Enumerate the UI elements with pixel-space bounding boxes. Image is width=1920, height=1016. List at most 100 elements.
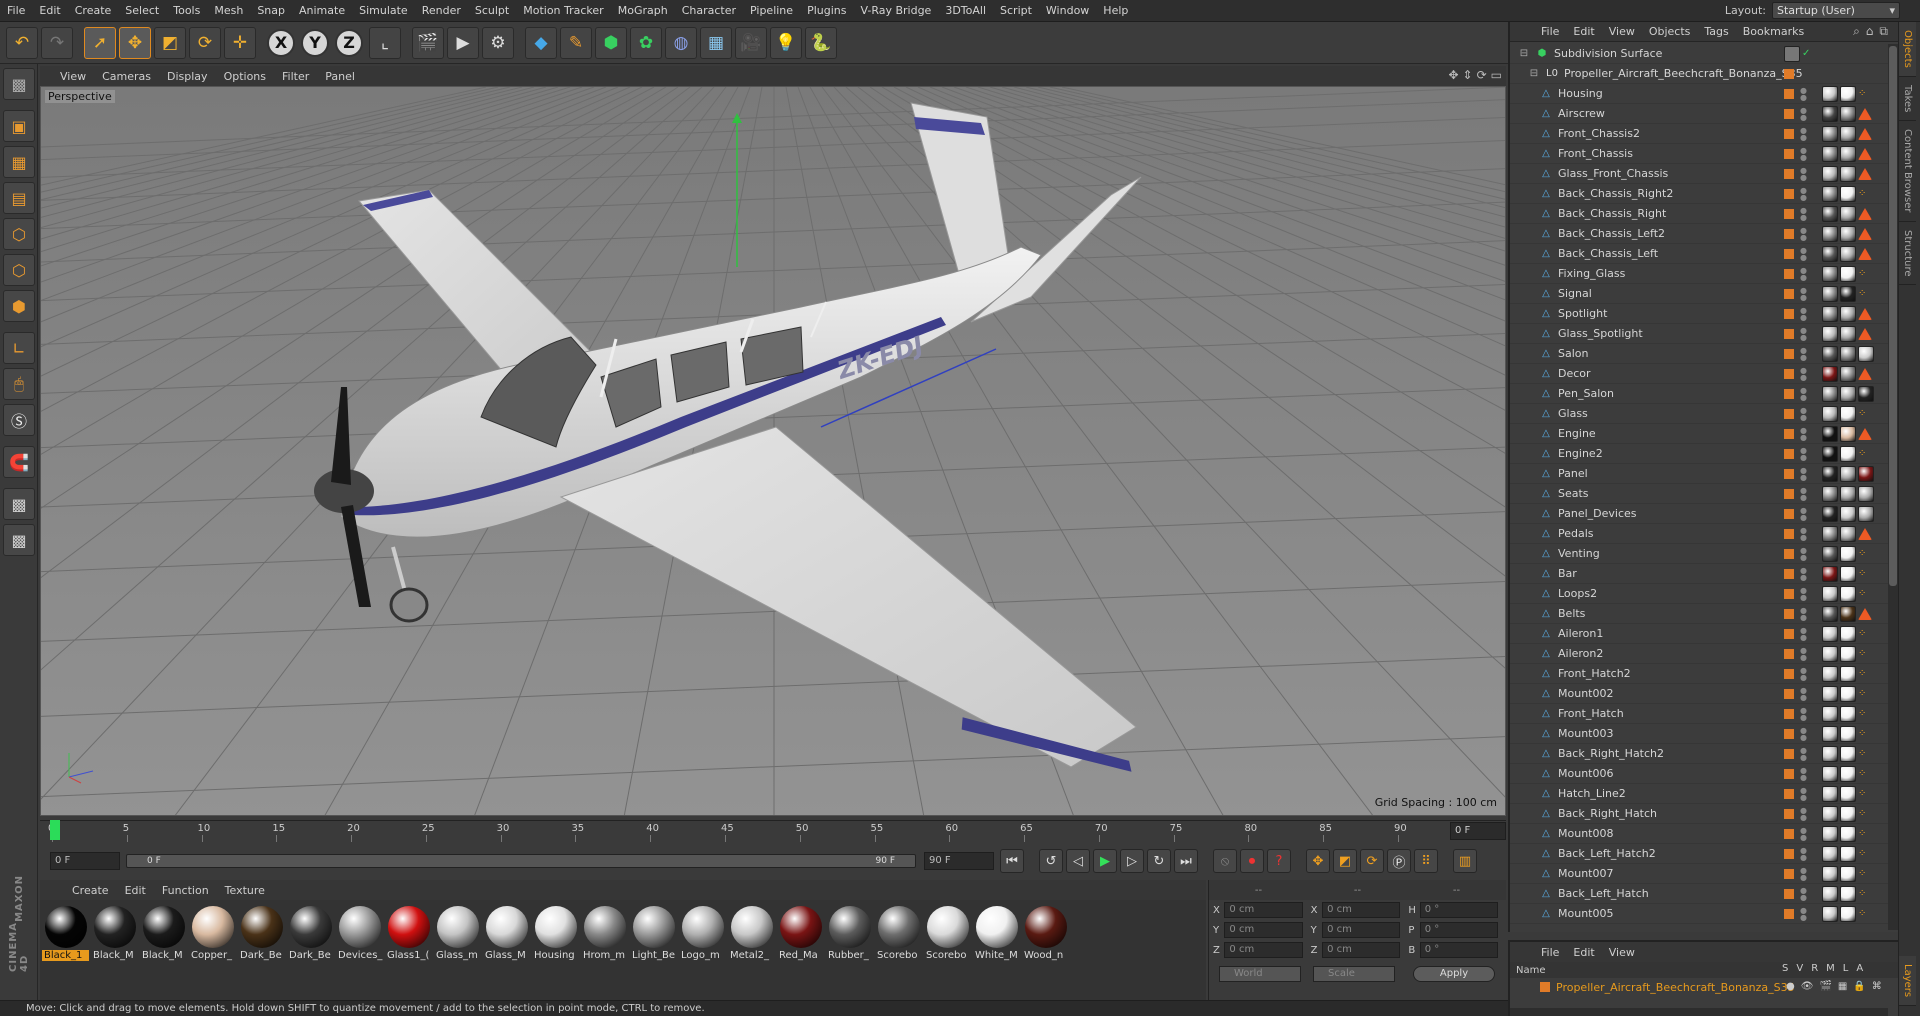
object-row[interactable]: △ Glass ● ● ⁘ — [1510, 404, 1888, 424]
material-tag-icon[interactable] — [1840, 726, 1856, 742]
material-tag-icon[interactable] — [1822, 326, 1838, 342]
material-tag-icon[interactable] — [1822, 466, 1838, 482]
material-preview[interactable] — [926, 906, 969, 948]
render-view-icon[interactable]: 🎬 — [412, 26, 444, 59]
menu-select[interactable]: Select — [118, 4, 166, 17]
scrollbar-thumb[interactable] — [1889, 46, 1897, 586]
tab-layers[interactable]: Layers — [1899, 955, 1916, 1006]
home-icon[interactable]: ⌂ — [1866, 24, 1874, 39]
material-tag-icon[interactable] — [1822, 866, 1838, 882]
material-preview[interactable] — [681, 906, 724, 948]
material-tag-icon[interactable] — [1840, 226, 1856, 242]
material-tag-icon[interactable] — [1840, 626, 1856, 642]
material-tag-icon[interactable] — [1840, 886, 1856, 902]
layer-color-swatch[interactable] — [1784, 549, 1794, 559]
visibility-dots[interactable]: ● ● — [1800, 607, 1807, 622]
tab-objects[interactable]: Objects — [1899, 22, 1916, 77]
menu-v-ray-bridge[interactable]: V-Ray Bridge — [853, 4, 938, 17]
menu-render[interactable]: Render — [415, 4, 468, 17]
layer-color-swatch[interactable] — [1784, 89, 1794, 99]
phong-tag-icon[interactable] — [1858, 168, 1872, 180]
viewport-menu-cameras[interactable]: Cameras — [94, 70, 159, 83]
timeline-end-frame[interactable]: 0 F — [1450, 822, 1506, 840]
material-swatch[interactable]: Metal2_ — [728, 904, 775, 996]
material-tag-icon[interactable] — [1840, 266, 1856, 282]
visibility-dots[interactable]: ● ● — [1800, 187, 1807, 202]
perspective-viewport[interactable]: ZK-EDJ Perspective Grid Spacing : 100 cm — [40, 86, 1506, 816]
material-menu-function[interactable]: Function — [154, 884, 217, 897]
edges-mode-icon[interactable]: ⬡ — [3, 254, 35, 286]
material-swatch[interactable]: White_M — [973, 904, 1020, 996]
material-tag-icon[interactable] — [1822, 186, 1838, 202]
material-preview[interactable] — [485, 906, 528, 948]
menu-motion-tracker[interactable]: Motion Tracker — [516, 4, 610, 17]
uvw-tag-icon[interactable]: ⁘ — [1858, 906, 1874, 922]
material-tag-icon[interactable] — [1840, 766, 1856, 782]
layer-color-swatch[interactable] — [1784, 409, 1794, 419]
workplane-grid-icon[interactable]: ▩ — [3, 524, 35, 556]
object-row[interactable]: △ Seats ● ● — [1510, 484, 1888, 504]
material-tag-icon[interactable] — [1822, 566, 1838, 582]
object-row[interactable]: △ Hatch_Line2 ● ● ⁘ — [1510, 784, 1888, 804]
material-swatch[interactable]: Scorebo — [875, 904, 922, 996]
axis-mode-icon[interactable]: ∟ — [3, 332, 35, 364]
object-row[interactable]: △ Aileron2 ● ● ⁘ — [1510, 644, 1888, 664]
size-field[interactable]: 0 cm — [1322, 922, 1401, 938]
material-tag-icon[interactable] — [1822, 746, 1838, 762]
visibility-dots[interactable]: ● ● — [1800, 827, 1807, 842]
material-preview[interactable] — [93, 906, 136, 948]
visibility-dots[interactable]: ● ● — [1800, 227, 1807, 242]
viewport-menu-filter[interactable]: Filter — [274, 70, 317, 83]
object-row[interactable]: △ Mount002 ● ● ⁘ — [1510, 684, 1888, 704]
pan-icon[interactable]: ✥ — [1448, 68, 1458, 82]
material-tag-icon[interactable] — [1822, 406, 1838, 422]
polygons-mode-icon[interactable]: ⬢ — [3, 290, 35, 322]
material-swatch[interactable]: Glass1_( — [385, 904, 432, 996]
rotation-key-icon[interactable]: ⟳ — [1360, 849, 1384, 873]
material-tag-icon[interactable] — [1840, 206, 1856, 222]
layer-color-swatch[interactable] — [1784, 649, 1794, 659]
material-preview[interactable] — [534, 906, 577, 948]
lm-menu-view[interactable]: View — [1602, 946, 1642, 959]
visibility-dots[interactable]: ● ● — [1800, 147, 1807, 162]
object-row[interactable]: △ Mount003 ● ● ⁘ — [1510, 724, 1888, 744]
object-row[interactable]: △ Back_Chassis_Right2 ● ● ⁘ — [1510, 184, 1888, 204]
snap-magnet-icon[interactable]: 🧲 — [3, 446, 35, 478]
expand-icon[interactable]: ⊟ — [1528, 68, 1540, 80]
menu-mograph[interactable]: MoGraph — [611, 4, 675, 17]
layer-color-swatch[interactable] — [1784, 509, 1794, 519]
visibility-dots[interactable]: ● ● — [1800, 127, 1807, 142]
uvw-tag-icon[interactable]: ⁘ — [1858, 886, 1874, 902]
manager-toggle-icon[interactable]: ▦ — [1838, 981, 1847, 992]
om-menu-objects[interactable]: Objects — [1642, 25, 1698, 38]
menu-create[interactable]: Create — [68, 4, 119, 17]
visibility-dots[interactable]: ● ● — [1800, 307, 1807, 322]
layer-color-swatch[interactable] — [1784, 109, 1794, 119]
make-editable-icon[interactable]: ▩ — [3, 68, 35, 100]
viewport-menu-display[interactable]: Display — [159, 70, 216, 83]
material-preview[interactable] — [44, 906, 87, 948]
uvw-tag-icon[interactable]: ⁘ — [1858, 866, 1874, 882]
material-tag-icon[interactable] — [1840, 446, 1856, 462]
rotation-field[interactable]: 0 ° — [1419, 922, 1498, 938]
material-tag-icon[interactable] — [1822, 686, 1838, 702]
texture-mode-icon[interactable]: ▦ — [3, 146, 35, 178]
material-tag-icon[interactable] — [1858, 506, 1874, 522]
object-row[interactable]: △ Aileron1 ● ● ⁘ — [1510, 624, 1888, 644]
layer-color-swatch[interactable] — [1784, 729, 1794, 739]
material-tag-icon[interactable] — [1822, 246, 1838, 262]
visibility-dots[interactable]: ● ● — [1800, 807, 1807, 822]
python-icon[interactable]: 🐍 — [805, 26, 837, 59]
material-tag-icon[interactable] — [1822, 486, 1838, 502]
previous-key-icon[interactable]: ↺ — [1039, 849, 1063, 873]
visibility-dots[interactable]: ● ● — [1800, 567, 1807, 582]
material-tag-icon[interactable] — [1822, 606, 1838, 622]
object-row[interactable]: △ Engine ● ● — [1510, 424, 1888, 444]
uvw-tag-icon[interactable]: ⁘ — [1858, 686, 1874, 702]
material-tag-icon[interactable] — [1822, 306, 1838, 322]
object-row[interactable]: △ Mount008 ● ● ⁘ — [1510, 824, 1888, 844]
material-tag-icon[interactable] — [1822, 366, 1838, 382]
material-tag-icon[interactable] — [1822, 226, 1838, 242]
layer-color-swatch[interactable] — [1784, 289, 1794, 299]
material-tag-icon[interactable] — [1840, 586, 1856, 602]
